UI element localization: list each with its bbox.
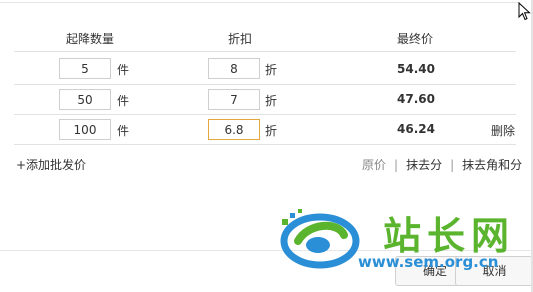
separator: | [450, 158, 455, 172]
header-discount: 折扣 [227, 32, 252, 46]
watermark-title: 站长网 [383, 213, 516, 258]
rounding-options: 原价 | 抹去分 | 抹去角和分 [362, 156, 522, 173]
rounding-remove-fen-option[interactable]: 抹去分 [406, 158, 442, 172]
unit-discount-label: 折 [265, 94, 278, 108]
header-quantity: 起降数量 [65, 32, 114, 46]
unit-piece-label: 件 [117, 124, 130, 138]
final-price-value: 47.60 [397, 92, 435, 106]
row-divider [14, 144, 516, 145]
mouse-cursor-icon [518, 2, 531, 21]
delete-row-link[interactable]: 删除 [491, 122, 515, 139]
final-price-value: 54.40 [397, 62, 435, 76]
unit-discount-label: 折 [265, 124, 278, 138]
quantity-input[interactable] [59, 119, 111, 140]
unit-discount-label: 折 [265, 63, 278, 77]
top-divider [0, 2, 520, 3]
watermark-logo: 站长网 www.sem.org.cn [278, 205, 528, 285]
rounding-remove-jiao-fen-option[interactable]: 抹去角和分 [462, 158, 522, 172]
header-final-price: 最终价 [396, 32, 433, 46]
watermark-emblem-icon [280, 209, 360, 269]
wholesale-price-dialog: 起降数量 折扣 最终价 件 折 54.40 件 折 47.60 件 折 46.2… [0, 0, 533, 292]
watermark-url: www.sem.org.cn [358, 253, 499, 271]
quantity-input[interactable] [59, 89, 111, 110]
discount-input[interactable] [208, 58, 260, 79]
unit-piece-label: 件 [117, 63, 130, 77]
separator: | [394, 158, 399, 172]
unit-piece-label: 件 [117, 94, 130, 108]
rounding-original-option[interactable]: 原价 [362, 158, 386, 172]
discount-input[interactable] [208, 89, 260, 110]
add-wholesale-price-link[interactable]: +添加批发价 [16, 156, 86, 173]
row-divider [14, 114, 516, 115]
header-divider [14, 51, 516, 52]
row-divider [14, 84, 516, 85]
final-price-value: 46.24 [397, 122, 435, 136]
quantity-input[interactable] [59, 58, 111, 79]
discount-input[interactable] [208, 119, 260, 140]
